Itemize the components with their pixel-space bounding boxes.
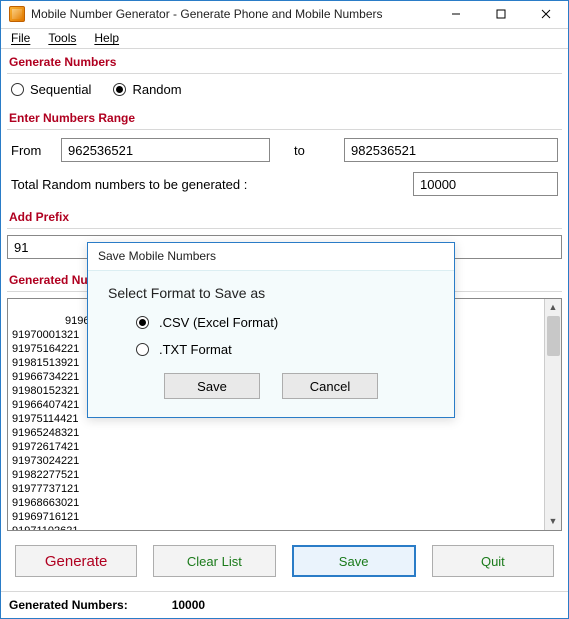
radio-txt-label: .TXT Format	[159, 342, 232, 357]
save-dialog-title: Save Mobile Numbers	[88, 243, 454, 271]
scrollbar[interactable]: ▲ ▼	[544, 299, 561, 530]
menubar: File Tools Help	[1, 29, 568, 49]
scroll-up-icon[interactable]: ▲	[545, 299, 561, 316]
menu-help[interactable]: Help	[94, 31, 119, 45]
from-input[interactable]	[61, 138, 270, 162]
section-range: Enter Numbers Range	[7, 107, 562, 127]
total-input[interactable]	[413, 172, 558, 196]
window-title: Mobile Number Generator - Generate Phone…	[31, 7, 433, 21]
status-bar: Generated Numbers: 10000	[1, 591, 568, 618]
radio-random-label: Random	[132, 82, 181, 97]
titlebar[interactable]: Mobile Number Generator - Generate Phone…	[1, 1, 568, 29]
status-count: 10000	[172, 598, 205, 612]
minimize-button[interactable]	[433, 1, 478, 28]
app-window: Mobile Number Generator - Generate Phone…	[0, 0, 569, 619]
section-prefix: Add Prefix	[7, 206, 562, 226]
from-label: From	[11, 143, 51, 158]
generate-mode-group: Sequential Random	[7, 76, 562, 105]
to-label: to	[294, 143, 334, 158]
radio-sequential[interactable]: Sequential	[11, 82, 91, 97]
section-generate-numbers: Generate Numbers	[7, 51, 562, 71]
dialog-save-button[interactable]: Save	[164, 373, 260, 399]
save-button[interactable]: Save	[292, 545, 416, 577]
radio-sequential-label: Sequential	[30, 82, 91, 97]
radio-csv-label: .CSV (Excel Format)	[159, 315, 278, 330]
scroll-down-icon[interactable]: ▼	[545, 513, 561, 530]
total-label: Total Random numbers to be generated :	[11, 177, 247, 192]
close-button[interactable]	[523, 1, 568, 28]
scroll-thumb[interactable]	[547, 316, 560, 356]
radio-txt[interactable]: .TXT Format	[136, 342, 434, 357]
generate-button[interactable]: Generate	[15, 545, 137, 577]
menu-tools[interactable]: Tools	[48, 31, 76, 45]
clear-list-button[interactable]: Clear List	[153, 545, 275, 577]
save-dialog-heading: Select Format to Save as	[108, 285, 434, 301]
to-input[interactable]	[344, 138, 558, 162]
menu-file[interactable]: File	[11, 31, 30, 45]
quit-button[interactable]: Quit	[432, 545, 554, 577]
radio-random[interactable]: Random	[113, 82, 181, 97]
save-dialog: Save Mobile Numbers Select Format to Sav…	[87, 242, 455, 418]
radio-csv[interactable]: .CSV (Excel Format)	[136, 315, 434, 330]
status-label: Generated Numbers:	[9, 598, 128, 612]
app-icon	[9, 6, 25, 22]
maximize-button[interactable]	[478, 1, 523, 28]
dialog-cancel-button[interactable]: Cancel	[282, 373, 378, 399]
